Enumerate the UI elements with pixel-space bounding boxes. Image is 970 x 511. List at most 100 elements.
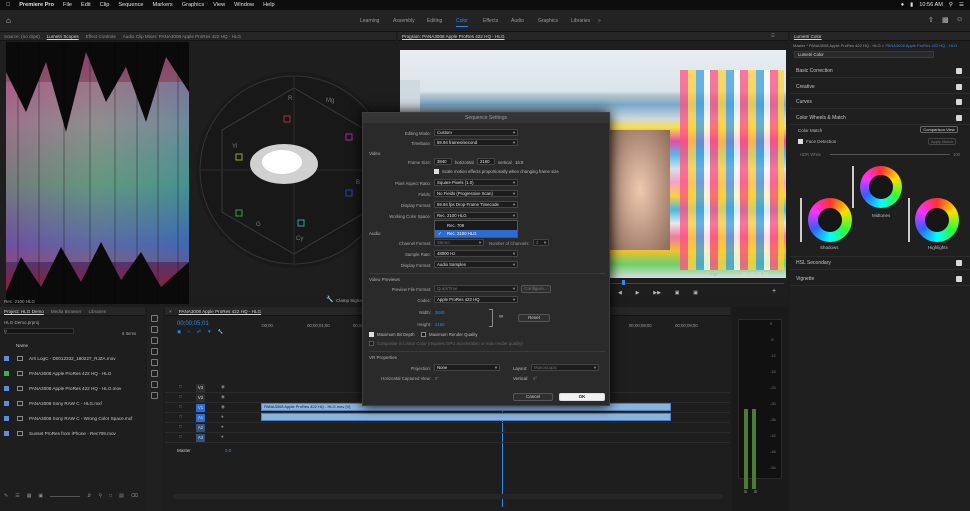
- pen-tool-icon[interactable]: [151, 370, 158, 377]
- apply-match-button[interactable]: Apply Match: [928, 138, 956, 145]
- highlights-slider[interactable]: [908, 198, 910, 242]
- section-color-wheels[interactable]: Color Wheels & Match: [790, 111, 970, 125]
- label-color-swatch[interactable]: [4, 355, 9, 361]
- new-item-icon[interactable]: ▤: [119, 493, 124, 499]
- section-vignette[interactable]: Vignette: [790, 272, 970, 286]
- tab-lumetri-scopes[interactable]: Lumetri Scopes: [47, 34, 79, 39]
- workspace-assembly[interactable]: Assembly: [393, 18, 415, 24]
- sort-icon[interactable]: ⇵: [87, 493, 91, 499]
- label-color-swatch[interactable]: [4, 385, 9, 391]
- scale-motion-checkbox[interactable]: [434, 169, 439, 174]
- configure-button[interactable]: Configure...: [521, 285, 551, 293]
- program-title[interactable]: Program: PANA3008 Apple ProRes 422 HQ - …: [402, 34, 505, 39]
- max-bit-depth-checkbox[interactable]: [369, 332, 374, 337]
- comparison-view-button[interactable]: Comparison View: [920, 126, 958, 133]
- solo-right-button[interactable]: S: [754, 489, 757, 494]
- workspace-graphics[interactable]: Graphics: [538, 18, 558, 24]
- project-item[interactable]: PANA3008 Sony RAW C - Wrong Color Space.…: [4, 411, 141, 425]
- project-item[interactable]: PANA3008 Sony RAW C - HLG.mxf: [4, 396, 141, 410]
- track-label[interactable]: A3: [196, 434, 205, 442]
- menu-markers[interactable]: Markers: [153, 2, 173, 8]
- lock-icon[interactable]: □: [179, 404, 182, 409]
- hsl-secondary-checkbox[interactable]: [956, 260, 962, 266]
- color-wheels-checkbox[interactable]: [956, 114, 962, 121]
- panel-menu-icon[interactable]: ☰: [771, 33, 775, 39]
- list-view-icon[interactable]: ☰: [15, 493, 19, 499]
- zoom-slider[interactable]: [50, 495, 81, 497]
- lock-icon[interactable]: □: [179, 414, 182, 419]
- tab-project[interactable]: Project: HLG Demo: [4, 309, 44, 314]
- tab-effect-controls[interactable]: Effect Controls: [86, 34, 116, 39]
- display-format-select[interactable]: 59.94 fps Drop-Frame Timecode: [434, 201, 518, 208]
- audio-display-select[interactable]: Audio Samples: [434, 261, 518, 268]
- lumetri-title[interactable]: Lumetri Color: [794, 34, 822, 39]
- section-creative[interactable]: Creative: [790, 80, 970, 94]
- selection-tool-icon[interactable]: [151, 315, 158, 322]
- section-basic-correction[interactable]: Basic Correction: [790, 64, 970, 78]
- section-hsl-secondary[interactable]: HSL Secondary: [790, 256, 970, 270]
- mic-icon[interactable]: ●: [221, 434, 224, 439]
- project-item[interactable]: Arri LogC - D0012332_180227_RJZA.mov: [4, 351, 141, 365]
- creative-checkbox[interactable]: [956, 83, 962, 90]
- preview-width-value[interactable]: 3840: [435, 310, 445, 315]
- wrench-settings-icon[interactable]: 🔧: [218, 329, 224, 335]
- clamp-signal-checkbox[interactable]: Clamp Signal: [336, 298, 363, 303]
- vertical-vr-value[interactable]: 0°: [533, 376, 537, 381]
- slip-tool-icon[interactable]: [151, 359, 158, 366]
- nest-icon[interactable]: ▣: [177, 329, 181, 335]
- highlights-wheel[interactable]: [915, 198, 959, 242]
- step-back-icon[interactable]: ◀: [618, 290, 622, 296]
- option-rec709[interactable]: Rec. 709: [447, 223, 464, 228]
- eye-icon[interactable]: ◉: [221, 404, 225, 410]
- layout-select[interactable]: Monoscopic: [531, 364, 599, 371]
- icon-view-icon[interactable]: ▦: [27, 493, 32, 499]
- track-select-tool-icon[interactable]: [151, 326, 158, 333]
- menu-edit[interactable]: Edit: [81, 2, 91, 8]
- composite-linear-checkbox[interactable]: [369, 341, 374, 346]
- tab-audio-clip-mixer[interactable]: Audio Clip Mixer: PANA3008 Apple ProRes …: [123, 34, 241, 39]
- hand-tool-icon[interactable]: [151, 381, 158, 388]
- export-frame-icon[interactable]: ▣: [675, 290, 680, 296]
- menu-app[interactable]: Premiere Pro: [19, 2, 54, 8]
- midtones-wheel[interactable]: [860, 166, 902, 208]
- timeline-timecode[interactable]: 00;00;05;01: [177, 321, 209, 327]
- workspace-effects[interactable]: Effects: [483, 18, 498, 24]
- editing-mode-select[interactable]: Custom: [434, 129, 518, 136]
- shadows-slider[interactable]: [800, 198, 802, 242]
- projection-select[interactable]: None: [434, 364, 500, 371]
- working-space-select[interactable]: Rec. 2100 HLG: [434, 212, 518, 219]
- reset-button[interactable]: Reset: [518, 314, 550, 322]
- zoom-select[interactable]: Full: [710, 272, 717, 277]
- menu-sequence[interactable]: Sequence: [118, 2, 143, 8]
- step-forward-icon[interactable]: ▶▶: [653, 290, 661, 296]
- midtones-slider[interactable]: [852, 166, 854, 208]
- new-bin-icon[interactable]: □: [109, 493, 112, 499]
- sample-rate-select[interactable]: 48000 Hz: [434, 250, 518, 257]
- track-label[interactable]: V2: [196, 394, 205, 402]
- clock[interactable]: 10:56 AM: [919, 2, 943, 8]
- audio-clip[interactable]: [261, 413, 671, 421]
- workspace-color[interactable]: Color: [456, 18, 468, 27]
- close-tab-icon[interactable]: ×: [169, 309, 172, 314]
- tab-media-browser[interactable]: Media Browser: [51, 309, 82, 314]
- workspace-more[interactable]: »: [598, 18, 601, 24]
- timebase-select[interactable]: 59.94 frames/second: [434, 139, 518, 146]
- timeline-track[interactable]: □ A2 ●: [165, 423, 730, 433]
- lock-icon[interactable]: □: [179, 384, 182, 389]
- menu-list-icon[interactable]: ☰: [959, 2, 964, 8]
- timeline-scrollbar[interactable]: [173, 494, 723, 499]
- timeline-track[interactable]: □ A3 ●: [165, 433, 730, 443]
- menu-window[interactable]: Window: [234, 2, 254, 8]
- cancel-button[interactable]: Cancel: [513, 393, 553, 401]
- apple-icon[interactable]: : [6, 2, 10, 8]
- option-hlg[interactable]: Rec. 2100 HLG: [447, 231, 477, 236]
- name-column-header[interactable]: Name: [16, 343, 28, 348]
- tab-source[interactable]: Source: (no clips): [4, 34, 40, 39]
- camera-icon[interactable]: ▣: [693, 290, 698, 296]
- pencil-icon[interactable]: ✎: [4, 493, 8, 499]
- label-color-swatch[interactable]: [4, 370, 9, 376]
- quick-export-icon[interactable]: ▩: [942, 16, 949, 24]
- menu-graphics[interactable]: Graphics: [182, 2, 204, 8]
- lock-icon[interactable]: □: [179, 434, 182, 439]
- vignette-checkbox[interactable]: [956, 275, 962, 282]
